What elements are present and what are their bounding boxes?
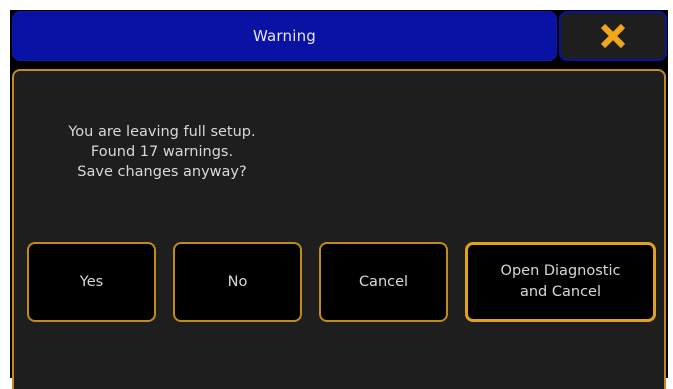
message-line-1: You are leaving full setup.	[68, 124, 256, 140]
open-diagnostic-button-label: Open Diagnostic and Cancel	[501, 261, 621, 303]
no-button[interactable]: No	[173, 242, 302, 322]
no-button-label: No	[227, 273, 248, 290]
open-diagnostic-label-line-1: Open Diagnostic	[500, 263, 621, 279]
cancel-button-label: Cancel	[358, 273, 409, 290]
warning-dialog: Warning You are leaving full setup. Foun…	[10, 10, 668, 389]
message-line-2: Found 17 warnings.	[90, 144, 234, 160]
warning-message: You are leaving full setup. Found 17 war…	[14, 122, 310, 182]
dialog-content: You are leaving full setup. Found 17 war…	[12, 69, 666, 389]
message-line-3: Save changes anyway?	[77, 164, 247, 180]
close-icon	[600, 23, 626, 49]
cancel-button[interactable]: Cancel	[319, 242, 448, 322]
open-diagnostic-label-line-2: and Cancel	[519, 284, 601, 300]
close-button[interactable]	[559, 11, 667, 61]
open-diagnostic-and-cancel-button[interactable]: Open Diagnostic and Cancel	[465, 242, 656, 322]
yes-button-label: Yes	[79, 273, 104, 290]
dialog-title-bar: Warning	[12, 11, 557, 61]
dialog-title: Warning	[252, 27, 317, 45]
yes-button[interactable]: Yes	[27, 242, 156, 322]
